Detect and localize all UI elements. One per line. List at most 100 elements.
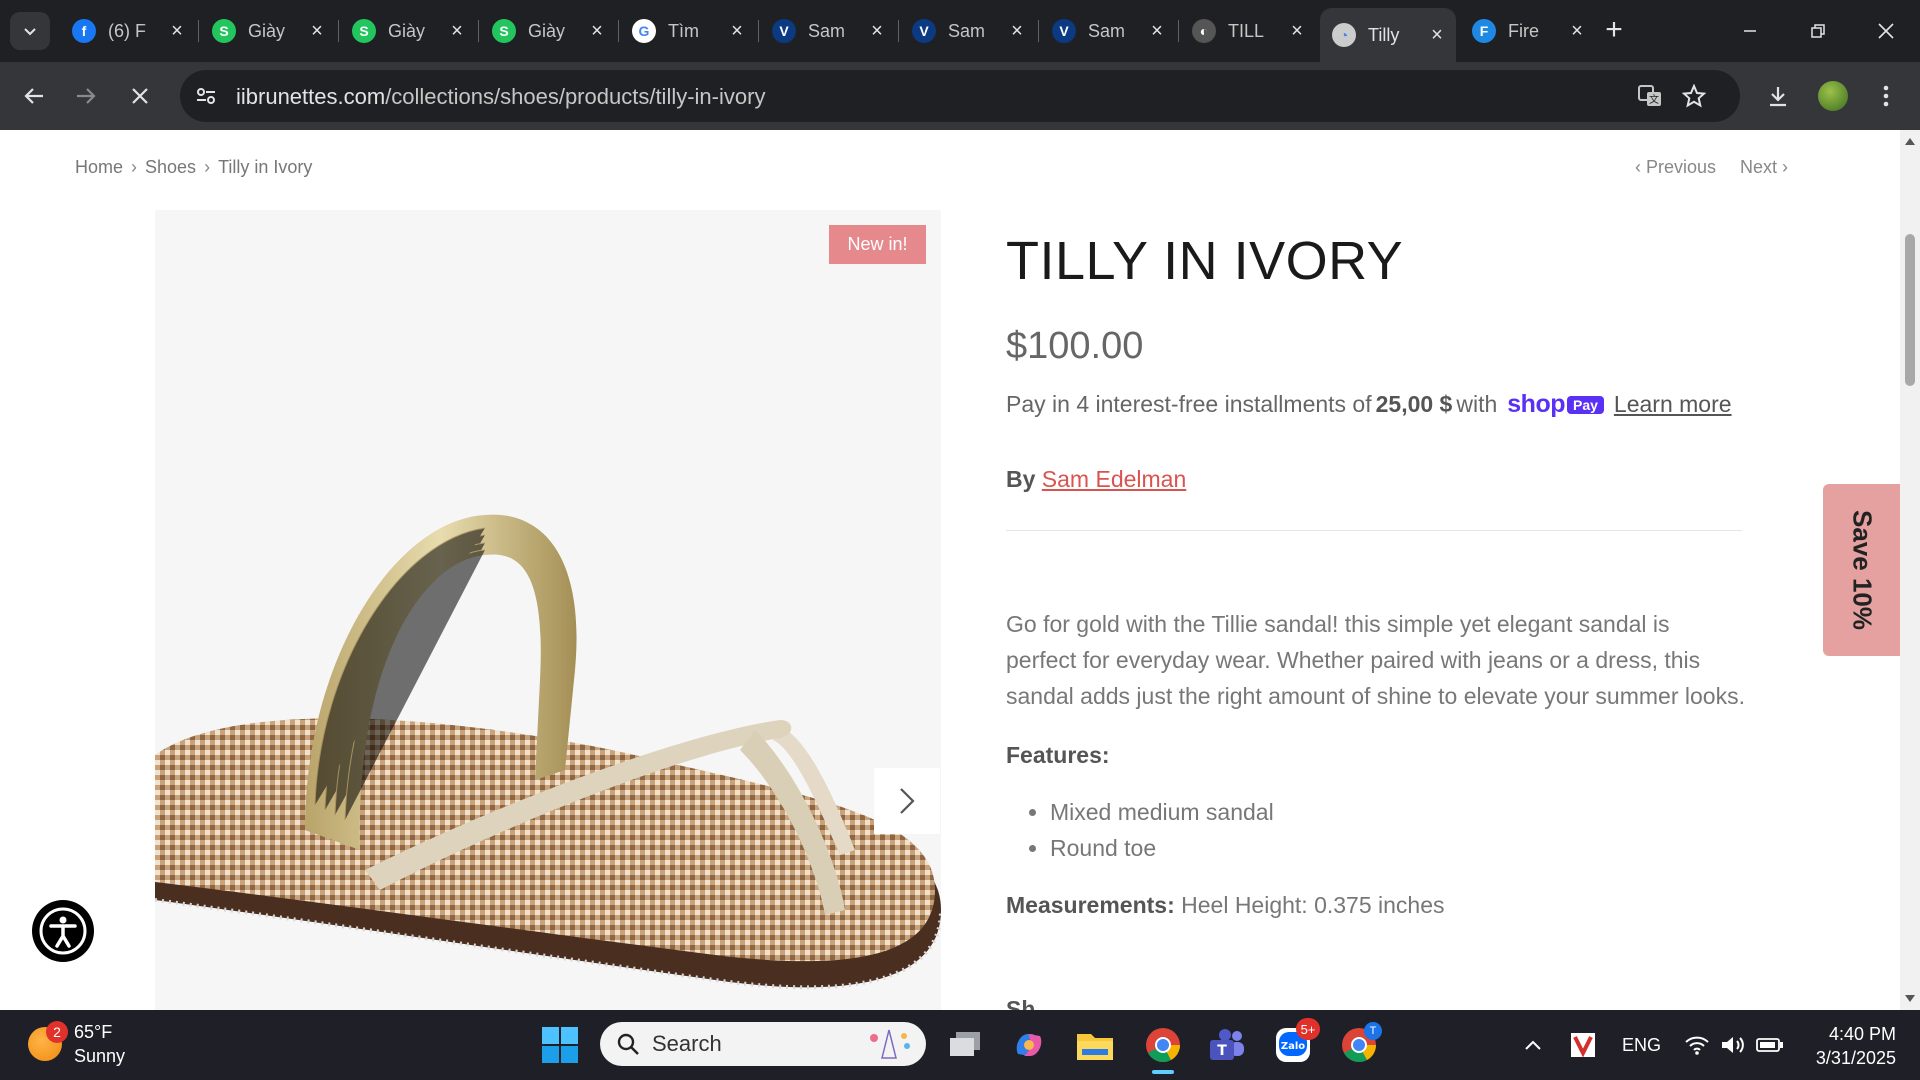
- browser-tab[interactable]: S Giày ×: [340, 10, 476, 52]
- browser-tab[interactable]: G Tìm ×: [620, 10, 756, 52]
- profile-button[interactable]: [1813, 76, 1853, 116]
- close-tab-icon[interactable]: ×: [1564, 20, 1590, 43]
- url-host: iibrunettes.com: [236, 84, 386, 109]
- scroll-down-icon[interactable]: [1904, 994, 1916, 1004]
- close-tab-icon[interactable]: ×: [1424, 24, 1450, 47]
- browser-tab[interactable]: S Giày ×: [200, 10, 336, 52]
- s-icon: S: [352, 19, 376, 43]
- brand-line: By Sam Edelman: [1006, 466, 1186, 493]
- save-10-tab[interactable]: Save 10%: [1823, 484, 1900, 656]
- back-button[interactable]: [14, 76, 54, 116]
- firebase-icon: F: [1472, 19, 1496, 43]
- chrome-taskbar-button[interactable]: [1138, 1020, 1188, 1074]
- scroll-up-icon[interactable]: [1904, 136, 1916, 146]
- close-tab-icon[interactable]: ×: [304, 20, 330, 43]
- bookmark-button[interactable]: [1674, 76, 1714, 116]
- browser-tab[interactable]: V Sam ×: [900, 10, 1036, 52]
- browser-tab[interactable]: V Sam ×: [1040, 10, 1176, 52]
- measurements-value: Heel Height: 0.375 inches: [1181, 892, 1445, 918]
- browser-tab[interactable]: ◔ Tilly ×: [1320, 8, 1456, 62]
- star-icon: [1682, 84, 1706, 108]
- wifi-button[interactable]: [1684, 1010, 1710, 1080]
- tab-search-button[interactable]: [10, 12, 50, 50]
- tab-strip: f (6) F × S Giày × S Giày × S Giày × G Tìm × V Sam × V Sam ×…: [0, 0, 1920, 62]
- chrome-profile-button[interactable]: T: [1334, 1020, 1384, 1070]
- language-indicator[interactable]: ENG: [1622, 1010, 1661, 1080]
- close-tab-icon[interactable]: ×: [1144, 20, 1170, 43]
- restore-button[interactable]: [1784, 0, 1852, 62]
- scroll-thumb[interactable]: [1905, 234, 1915, 386]
- close-tab-icon[interactable]: ×: [724, 20, 750, 43]
- taskbar-search[interactable]: Search: [600, 1022, 926, 1066]
- volume-button[interactable]: [1720, 1010, 1746, 1080]
- browser-tab[interactable]: F Fire ×: [1460, 10, 1596, 52]
- close-tab-icon[interactable]: ×: [444, 20, 470, 43]
- breadcrumb-shoes[interactable]: Shoes: [145, 157, 196, 178]
- svg-text:T: T: [1217, 1043, 1227, 1059]
- accessibility-icon: [39, 907, 87, 955]
- site-settings-icon[interactable]: [194, 84, 218, 108]
- previous-label: Previous: [1645, 157, 1716, 177]
- clock-date: 3/31/2025: [1815, 1048, 1896, 1068]
- tray-app-v[interactable]: [1570, 1010, 1596, 1080]
- download-icon: [1770, 87, 1786, 107]
- weather-widget[interactable]: 2 65°F Sunny: [28, 1020, 125, 1068]
- menu-button[interactable]: [1866, 76, 1906, 116]
- close-tab-icon[interactable]: ×: [164, 20, 190, 43]
- address-bar[interactable]: iibrunettes.com/collections/shoes/produc…: [180, 70, 1740, 122]
- tab-separator: [478, 20, 479, 42]
- close-tab-icon[interactable]: ×: [1004, 20, 1030, 43]
- translate-button[interactable]: 文: [1630, 76, 1670, 116]
- task-view-button[interactable]: [940, 1020, 990, 1070]
- search-icon: [617, 1033, 639, 1055]
- tray-overflow-button[interactable]: [1524, 1010, 1542, 1080]
- close-window-button[interactable]: [1852, 0, 1920, 62]
- system-clock[interactable]: 4:40 PM 3/31/2025: [1800, 1022, 1896, 1070]
- arrow-left-icon: [24, 88, 43, 104]
- breadcrumb-current[interactable]: Tilly in Ivory: [218, 157, 312, 178]
- zalo-button[interactable]: Zalo 5+: [1268, 1018, 1320, 1070]
- weather-temp: 65°F: [74, 1022, 113, 1042]
- tab-separator: [618, 20, 619, 42]
- new-tab-button[interactable]: +: [1596, 14, 1632, 48]
- file-explorer-button[interactable]: [1070, 1020, 1120, 1070]
- browser-tab[interactable]: S Giày ×: [480, 10, 616, 52]
- previous-link[interactable]: ‹ Previous: [1635, 157, 1716, 178]
- forward-button[interactable]: [66, 76, 106, 116]
- downloads-button[interactable]: [1758, 76, 1798, 116]
- v-app-icon: [1571, 1033, 1595, 1058]
- gallery-next-button[interactable]: [874, 768, 940, 834]
- tab-title: Sam: [808, 20, 846, 41]
- chrome-icon: [1146, 1028, 1180, 1062]
- close-tab-icon[interactable]: ×: [864, 20, 890, 43]
- product-image[interactable]: [155, 210, 941, 1010]
- minimize-button[interactable]: [1716, 0, 1784, 62]
- tab-separator: [198, 20, 199, 42]
- next-link[interactable]: Next ›: [1740, 157, 1788, 178]
- product-pager: ‹ Previous Next ›: [1635, 157, 1788, 178]
- stop-loading-button[interactable]: [120, 76, 160, 116]
- zalo-badge: 5+: [1296, 1018, 1320, 1040]
- restore-icon: [1811, 24, 1825, 38]
- browser-tab[interactable]: V Sam ×: [760, 10, 896, 52]
- browser-tab[interactable]: ◐ TILL ×: [1180, 10, 1316, 52]
- battery-button[interactable]: [1756, 1010, 1784, 1080]
- teams-button[interactable]: T: [1202, 1020, 1252, 1070]
- browser-tab[interactable]: f (6) F ×: [60, 10, 196, 52]
- brand-link[interactable]: Sam Edelman: [1042, 466, 1186, 492]
- sandal-image: [155, 514, 941, 990]
- close-tab-icon[interactable]: ×: [584, 20, 610, 43]
- learn-more-link[interactable]: Learn more: [1614, 391, 1732, 418]
- copilot-button[interactable]: [1004, 1020, 1054, 1070]
- breadcrumb-home[interactable]: Home: [75, 157, 123, 178]
- facebook-icon: f: [72, 19, 96, 43]
- page-scrollbar[interactable]: [1900, 130, 1920, 1010]
- v-icon: V: [1052, 19, 1076, 43]
- tab-title: Giày: [528, 20, 566, 41]
- product-description: Go for gold with the Tillie sandal! this…: [1006, 611, 1745, 709]
- start-button[interactable]: [535, 1020, 585, 1070]
- accessibility-button[interactable]: [32, 900, 94, 962]
- chevron-right-icon: ›: [131, 157, 138, 177]
- battery-icon: [1756, 1038, 1783, 1052]
- close-tab-icon[interactable]: ×: [1284, 20, 1310, 43]
